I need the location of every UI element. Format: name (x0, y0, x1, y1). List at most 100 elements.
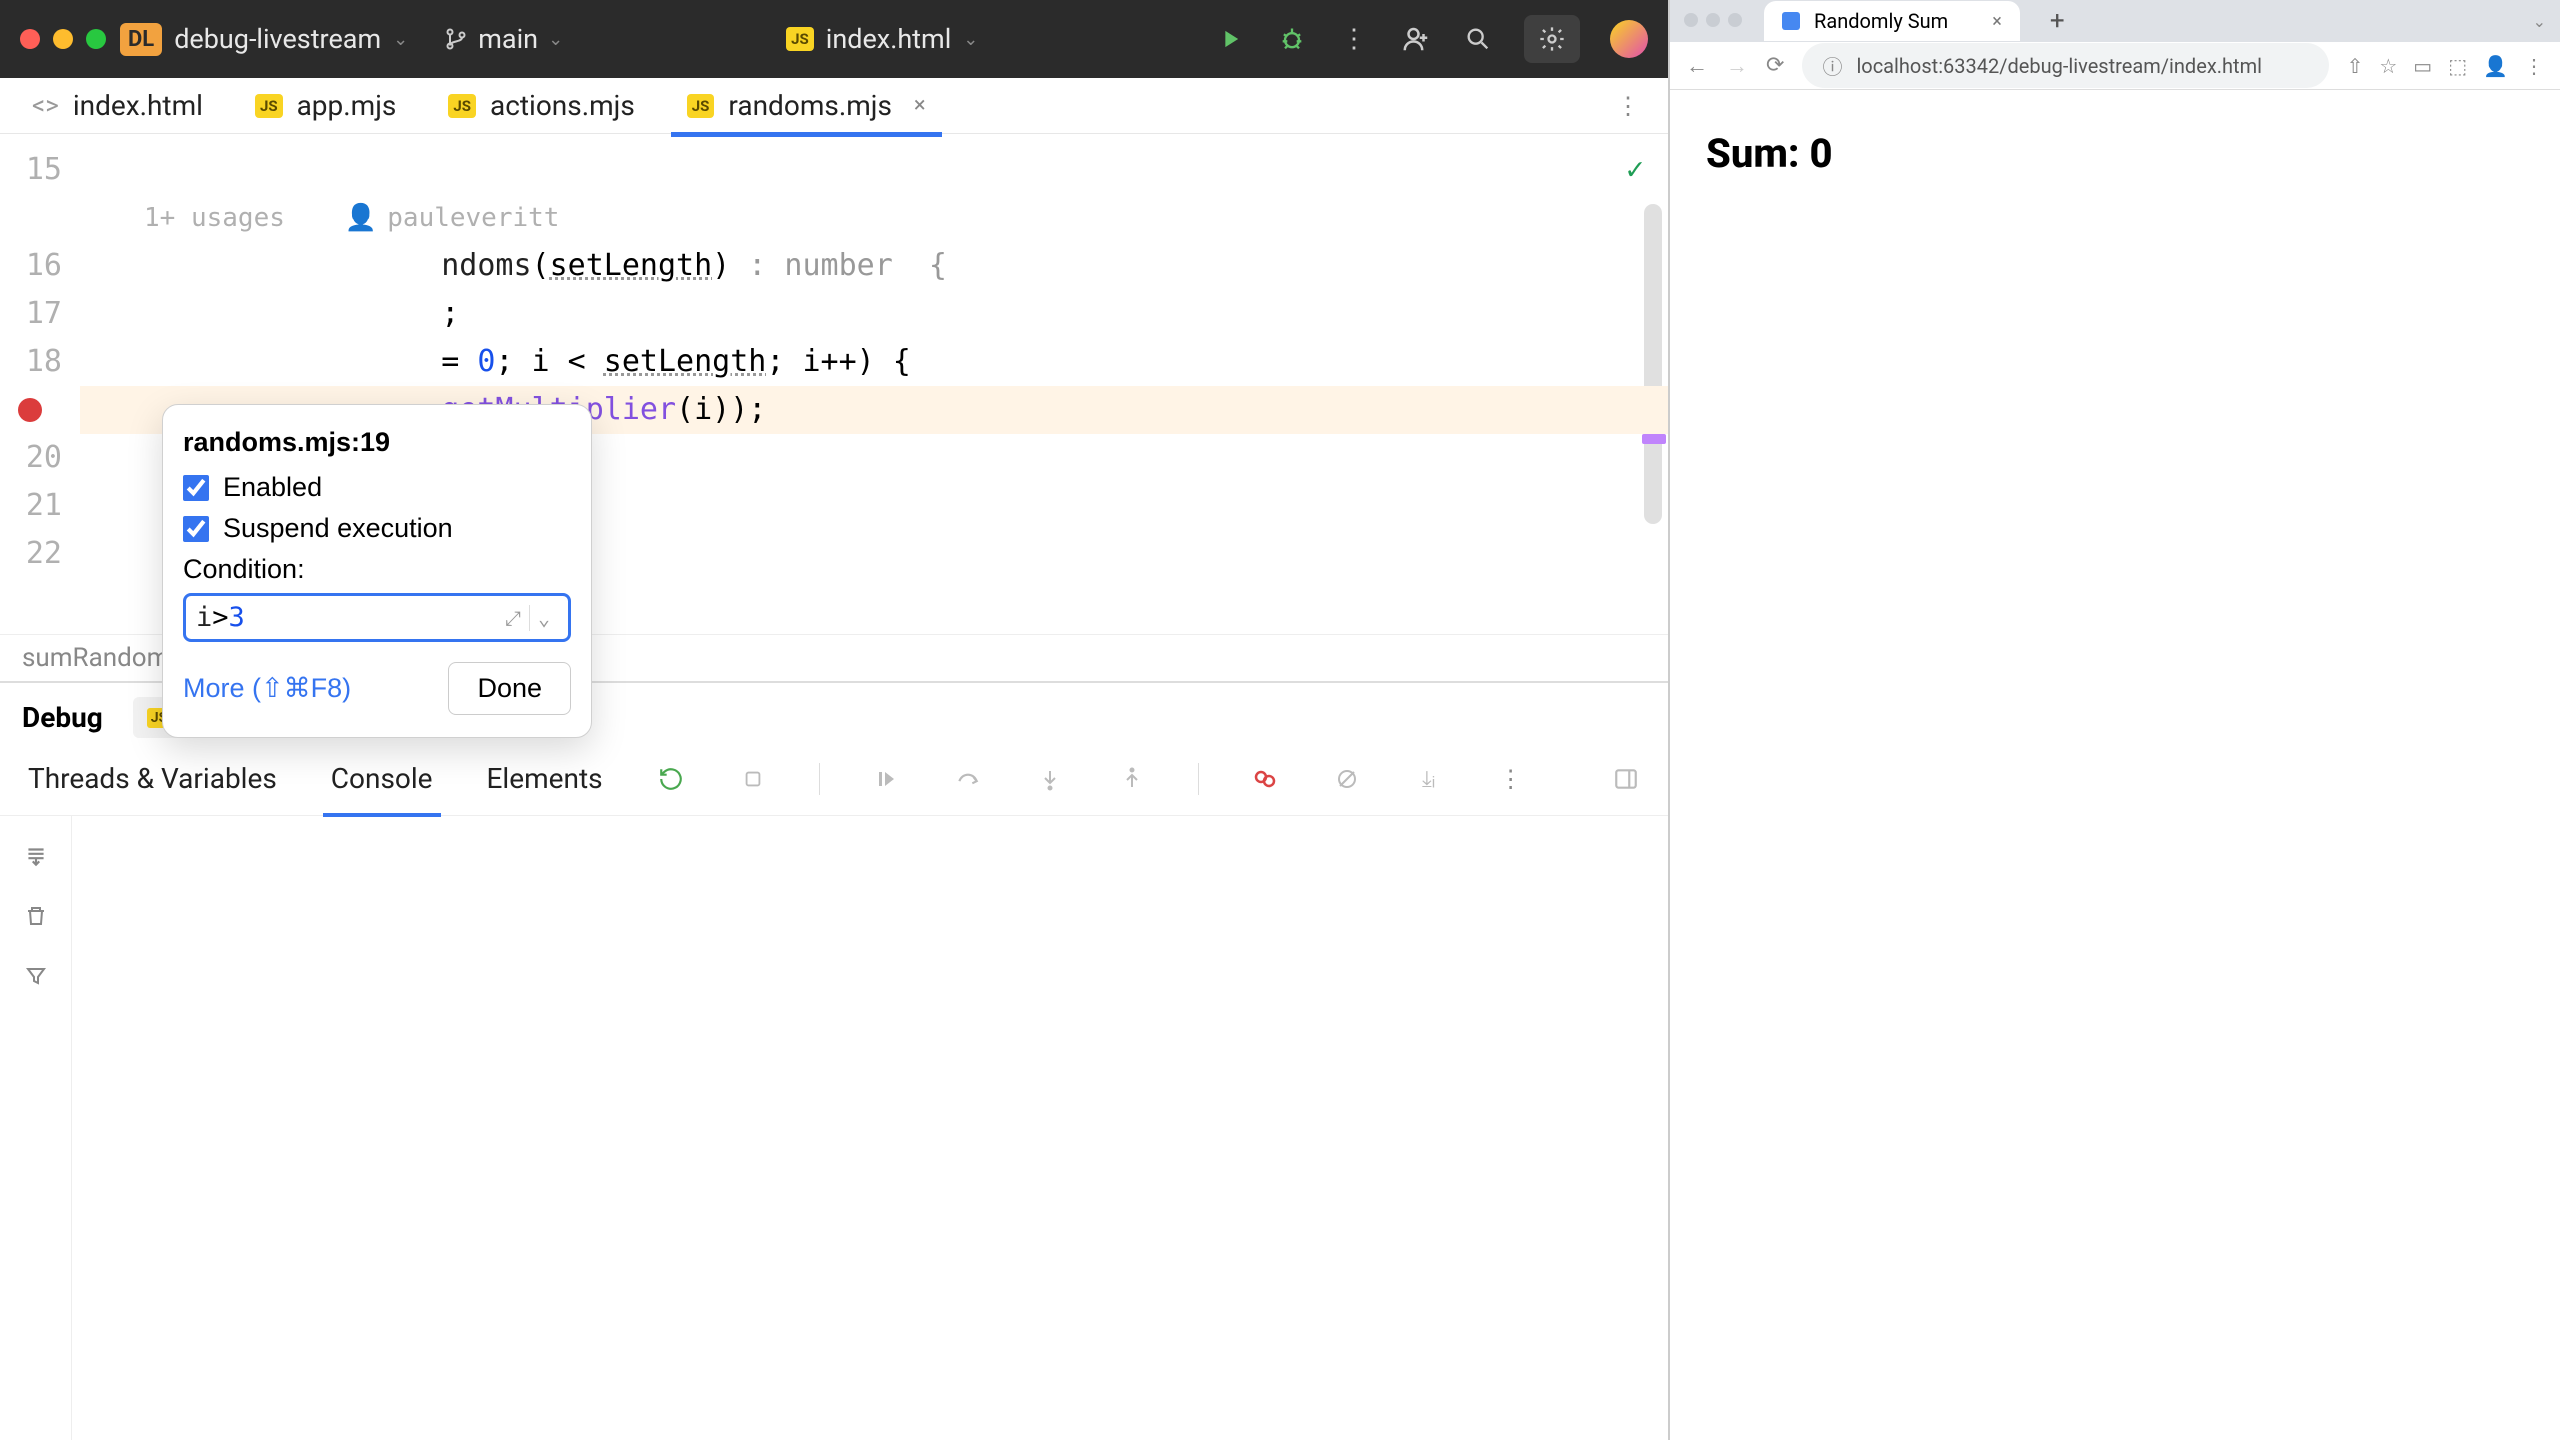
condition-input[interactable]: i > 3 ⤢ ⌄ (183, 593, 571, 642)
browser-tab[interactable]: Randomly Sum × (1764, 1, 2020, 41)
step-out-icon[interactable] (1116, 763, 1148, 795)
run-icon[interactable] (1214, 23, 1246, 55)
macos-traffic-lights[interactable] (1684, 12, 1750, 31)
url-text: localhost:63342/debug-livestream/index.h… (1856, 54, 2262, 78)
vcs-branch-selector[interactable]: main ⌄ (444, 23, 563, 55)
zoom-window-icon[interactable] (86, 29, 106, 49)
macos-traffic-lights[interactable] (20, 29, 106, 49)
chevron-down-icon: ⌄ (963, 29, 978, 50)
more-link[interactable]: More (⇧⌘F8) (183, 673, 351, 704)
more-vertical-icon[interactable]: ⋮ (1338, 23, 1370, 55)
code-editor[interactable]: ✓ 15 16 17 18 20 21 22 1+ usages 👤 paule… (0, 134, 1668, 634)
scroll-to-end-icon[interactable] (20, 840, 52, 872)
tab-actions-mjs[interactable]: JS actions.mjs (444, 77, 638, 134)
view-breakpoints-icon[interactable] (1249, 763, 1281, 795)
step-over-icon[interactable] (952, 763, 984, 795)
forward-icon[interactable]: → (1726, 53, 1748, 79)
debug-icon[interactable] (1276, 23, 1308, 55)
code-lens-row[interactable]: 1+ usages 👤 pauleveritt (80, 194, 1668, 242)
breakpoint-icon[interactable] (18, 398, 42, 422)
code-line: = 0; i < setLength; i++) { (80, 338, 1668, 386)
gear-icon (1536, 23, 1568, 55)
suspend-label: Suspend execution (223, 513, 453, 544)
console-output[interactable] (72, 816, 1668, 1440)
suspend-checkbox[interactable] (183, 516, 209, 542)
debug-body (0, 816, 1668, 1440)
chevron-down-icon: ⌄ (548, 29, 563, 50)
resume-icon[interactable] (870, 763, 902, 795)
enabled-checkbox[interactable] (183, 475, 209, 501)
project-selector[interactable]: DL debug-livestream ⌄ (120, 23, 408, 56)
avatar[interactable] (1610, 20, 1648, 58)
tab-console[interactable]: Console (329, 752, 435, 805)
line-number: 15 (0, 146, 62, 194)
more-vertical-icon[interactable]: ⋮ (2524, 54, 2544, 78)
author-hint[interactable]: 👤 pauleveritt (345, 203, 560, 233)
bookmark-icon[interactable]: ☆ (2379, 54, 2397, 78)
suspend-checkbox-row[interactable]: Suspend execution (183, 513, 571, 544)
more-vertical-icon[interactable]: ⋮ (1495, 763, 1527, 795)
add-user-icon[interactable] (1400, 23, 1432, 55)
chevron-down-icon[interactable]: ⌄ (530, 606, 558, 630)
top-right-tool-group: ⋮ (1214, 15, 1648, 63)
line-number: 18 (0, 338, 62, 386)
ide-top-toolbar: DL debug-livestream ⌄ main ⌄ JS index.ht… (0, 0, 1668, 78)
share-icon[interactable]: ⇧ (2347, 54, 2364, 78)
install-app-icon[interactable]: ⬚ (2448, 54, 2467, 78)
line-number: 17 (0, 290, 62, 338)
site-info-icon[interactable]: ⓘ (1822, 51, 1842, 80)
layout-settings-icon[interactable] (1610, 763, 1642, 795)
enabled-checkbox-row[interactable]: Enabled (183, 472, 571, 503)
debug-toolbar: Threads & Variables Console Elements (0, 742, 1668, 816)
search-icon[interactable] (1462, 23, 1494, 55)
tab-label: randoms.mjs (728, 89, 892, 122)
settings-button[interactable] (1524, 15, 1580, 63)
html-file-icon: <> (32, 91, 59, 121)
chevron-down-icon[interactable]: ⌄ (2533, 12, 2546, 31)
back-icon[interactable]: ← (1686, 53, 1708, 79)
evaluate-expression-icon[interactable]: ⤓ᵢ (1413, 763, 1445, 795)
close-window-icon[interactable] (20, 29, 40, 49)
usages-hint[interactable]: 1+ usages (144, 203, 285, 233)
branch-icon (444, 27, 468, 51)
lens-spacer (0, 194, 62, 242)
step-into-icon[interactable] (1034, 763, 1066, 795)
tab-threads-variables[interactable]: Threads & Variables (26, 752, 279, 805)
tab-index-html[interactable]: <> index.html (28, 77, 207, 134)
profile-icon[interactable]: 👤 (2483, 54, 2508, 78)
tab-label: actions.mjs (490, 89, 635, 122)
enabled-label: Enabled (223, 472, 322, 503)
minimize-window-icon[interactable] (53, 29, 73, 49)
tab-app-mjs[interactable]: JS app.mjs (251, 77, 400, 134)
tab-randoms-mjs[interactable]: JS randoms.mjs × (683, 77, 930, 134)
mute-breakpoints-icon[interactable] (1331, 763, 1363, 795)
done-button[interactable]: Done (448, 662, 571, 715)
browser-url-bar-row: ← → ⟳ ⓘ localhost:63342/debug-livestream… (1670, 42, 2560, 90)
close-tab-icon[interactable]: × (1992, 11, 2002, 32)
js-file-icon: JS (786, 27, 814, 51)
line-number: 20 (0, 434, 62, 482)
clear-all-icon[interactable] (20, 900, 52, 932)
url-input[interactable]: ⓘ localhost:63342/debug-livestream/index… (1802, 43, 2328, 88)
reload-icon[interactable]: ⟳ (1766, 53, 1784, 78)
js-file-icon: JS (687, 94, 715, 118)
sum-heading: Sum: 0 (1706, 130, 2524, 177)
line-number: 22 (0, 530, 62, 578)
new-tab-icon[interactable]: + (2034, 6, 2081, 36)
browser-tab-title: Randomly Sum (1814, 9, 1948, 33)
rerun-icon[interactable] (655, 763, 687, 795)
page-content: Sum: 0 (1670, 90, 2560, 217)
person-icon: 👤 (345, 203, 377, 233)
more-vertical-icon[interactable]: ⋮ (1616, 92, 1640, 120)
filter-icon[interactable] (20, 960, 52, 992)
cond-identifier: i (196, 602, 212, 633)
stop-icon[interactable] (737, 763, 769, 795)
expand-icon[interactable]: ⤢ (497, 606, 529, 630)
code-content[interactable]: 1+ usages 👤 pauleveritt ndoms(setLength)… (80, 134, 1668, 634)
chevron-down-icon: ⌄ (393, 29, 408, 50)
close-tab-icon[interactable]: × (914, 93, 926, 118)
reading-list-icon[interactable]: ▭ (2413, 54, 2432, 78)
tab-elements[interactable]: Elements (485, 752, 605, 805)
run-config-selector[interactable]: JS index.html ⌄ (772, 17, 992, 61)
line-number: 16 (0, 242, 62, 290)
